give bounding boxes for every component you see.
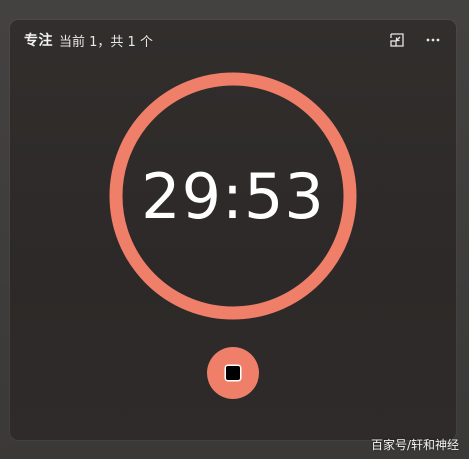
widget-header: 专注 当前 1，共 1 个: [24, 30, 444, 50]
header-actions: [386, 29, 444, 51]
compact-overlay-icon: [390, 33, 404, 47]
widget-title: 专注: [24, 33, 53, 49]
more-options-icon: [426, 38, 440, 42]
window-background: 专注 当前 1，共 1 个 29:53 百家号/轩和神经: [0, 0, 469, 459]
remaining-time: 29:53: [141, 159, 325, 233]
compact-overlay-button[interactable]: [386, 29, 408, 51]
more-options-button[interactable]: [422, 29, 444, 51]
stop-button[interactable]: [207, 347, 259, 399]
watermark: 百家号/轩和神经: [370, 438, 459, 452]
focus-widget-card: 专注 当前 1，共 1 个 29:53: [10, 20, 456, 440]
timer-display: 29:53: [109, 72, 357, 320]
stop-icon: [226, 366, 240, 380]
session-count: 当前 1，共 1 个: [59, 34, 153, 50]
